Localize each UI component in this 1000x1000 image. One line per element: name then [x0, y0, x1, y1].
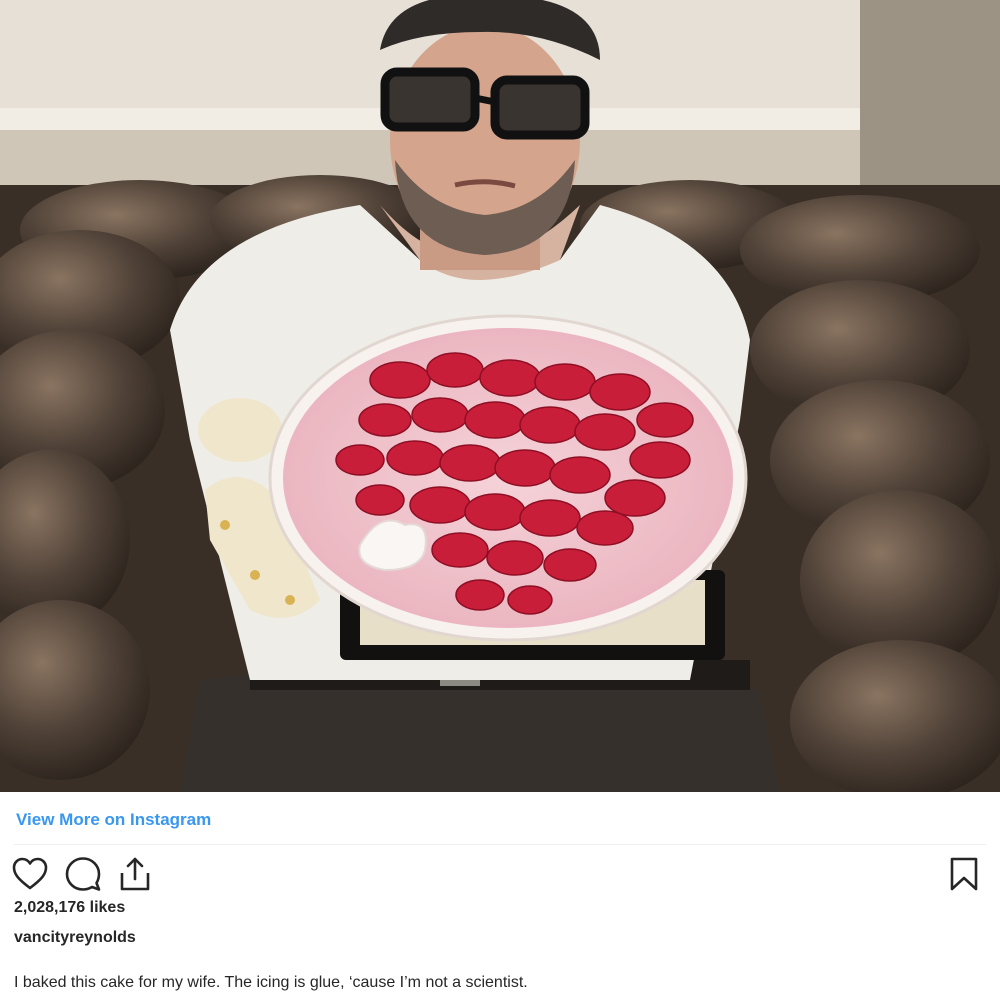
post-username[interactable]: vancityreynolds — [14, 929, 136, 947]
share-button[interactable] — [116, 855, 154, 893]
heart-icon — [12, 857, 48, 890]
likes-count[interactable]: 2,028,176 likes — [14, 899, 125, 917]
comment-button[interactable] — [64, 855, 102, 893]
like-button[interactable] — [11, 855, 49, 893]
save-button[interactable] — [945, 855, 983, 893]
share-icon — [120, 857, 150, 891]
post-caption: I baked this cake for my wife. The icing… — [14, 974, 528, 991]
view-more-on-instagram-link[interactable]: View More on Instagram — [16, 810, 211, 830]
divider — [14, 844, 986, 845]
comment-icon — [65, 857, 101, 891]
photo-illustration — [0, 0, 1000, 792]
post-photo[interactable] — [0, 0, 1000, 792]
bookmark-icon — [950, 857, 978, 891]
